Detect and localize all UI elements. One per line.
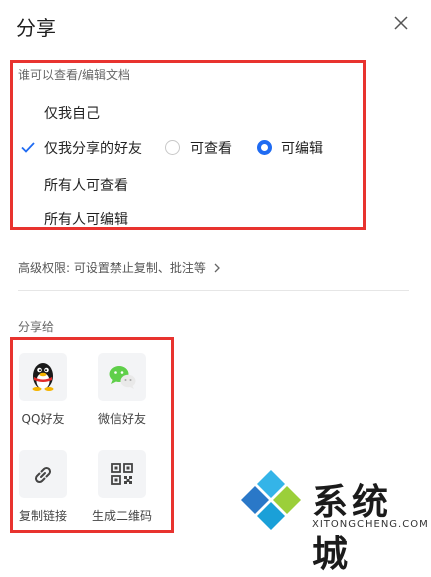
permission-option-only-me[interactable]: 仅我自己 [44, 103, 100, 123]
link-icon [34, 466, 52, 484]
radio-can-view-label[interactable]: 可查看 [190, 138, 232, 158]
wechat-icon [109, 366, 136, 389]
qq-penguin-icon [32, 363, 54, 391]
qr-code-label[interactable]: 生成二维码 [82, 507, 162, 524]
radio-can-edit[interactable] [257, 140, 272, 155]
close-icon[interactable] [392, 14, 410, 32]
permission-option-shared-friends[interactable]: 仅我分享的好友 [44, 138, 142, 158]
chevron-right-icon [214, 263, 220, 273]
share-qq-label[interactable]: QQ好友 [3, 410, 83, 427]
permission-option-anyone-view[interactable]: 所有人可查看 [44, 175, 128, 195]
share-to-label: 分享给 [18, 320, 55, 334]
radio-can-view[interactable] [165, 140, 180, 155]
qr-code-icon [111, 463, 133, 485]
radio-can-edit-label[interactable]: 可编辑 [281, 138, 323, 158]
dialog-title: 分享 [16, 16, 56, 40]
watermark-logo-icon [241, 470, 301, 530]
watermark-url: XITONGCHENG.COM [312, 519, 429, 530]
copy-link-button[interactable] [19, 450, 67, 498]
permission-section-label: 谁可以查看/编辑文档 [18, 68, 131, 82]
advanced-permissions-link[interactable]: 高级权限: 可设置禁止复制、批注等 [18, 259, 221, 276]
qr-code-button[interactable] [98, 450, 146, 498]
share-wechat-label[interactable]: 微信好友 [82, 410, 162, 427]
share-qq-button[interactable] [19, 353, 67, 401]
divider [18, 290, 409, 291]
advanced-permissions-label: 高级权限: 可设置禁止复制、批注等 [18, 261, 206, 275]
checkmark-icon [21, 142, 35, 153]
share-wechat-button[interactable] [98, 353, 146, 401]
permission-option-anyone-edit[interactable]: 所有人可编辑 [44, 209, 128, 229]
copy-link-label[interactable]: 复制链接 [3, 507, 83, 524]
